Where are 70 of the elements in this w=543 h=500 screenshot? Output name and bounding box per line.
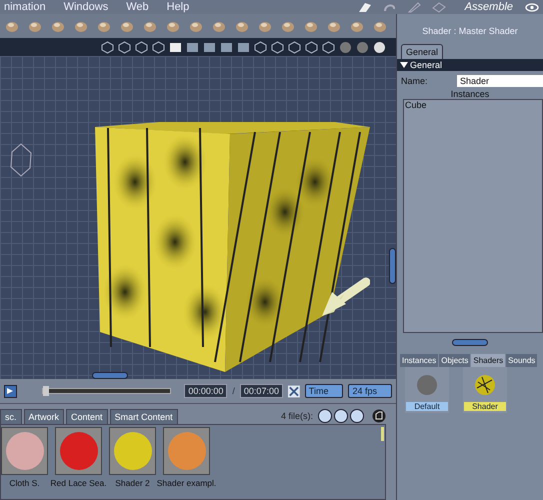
play-icon <box>6 387 14 395</box>
view-icon[interactable] <box>135 40 148 54</box>
time-mode-dropdown[interactable]: Time <box>304 384 344 398</box>
view-icon[interactable] <box>186 40 199 54</box>
view-icon[interactable] <box>237 40 250 54</box>
view-icon[interactable] <box>203 40 216 54</box>
shader-ball-icon <box>474 374 496 396</box>
browser-tab[interactable]: sc. <box>0 408 22 424</box>
shader-item[interactable]: Shader <box>463 367 507 413</box>
end-time-field[interactable]: 00:07:00 <box>240 384 283 398</box>
panel-title: Shader : Master Shader <box>421 25 519 38</box>
instances-label: Instances <box>450 89 490 99</box>
view-icon[interactable] <box>373 40 386 54</box>
page-icon[interactable] <box>372 409 386 423</box>
hexagon-outline-icon <box>10 143 32 177</box>
view-icon[interactable] <box>169 40 182 54</box>
view-icon[interactable] <box>271 40 284 54</box>
menu-item[interactable]: Web <box>126 1 149 13</box>
view-mode-button[interactable] <box>318 409 332 423</box>
view-mode-button[interactable] <box>334 409 348 423</box>
view-icon[interactable] <box>288 40 301 54</box>
room-label: Assemble <box>464 1 513 13</box>
thumbnail-label: Shader exampl. <box>156 478 216 488</box>
sequencer-tab[interactable]: Sounds <box>506 354 538 367</box>
close-icon[interactable] <box>288 384 300 398</box>
browser-tab[interactable]: Smart Content <box>110 408 178 424</box>
view-icon[interactable] <box>101 40 114 54</box>
section-label: General <box>410 60 442 70</box>
shader-ball-icon <box>416 374 438 396</box>
panel-handle[interactable] <box>92 372 128 379</box>
panel-handle[interactable] <box>389 248 396 284</box>
playback-button[interactable] <box>4 384 17 398</box>
instance-item[interactable]: Cube <box>404 100 542 110</box>
sequencer-tab[interactable]: Shaders <box>471 354 506 367</box>
triangle-icon <box>400 62 408 68</box>
view-icon[interactable] <box>322 40 335 54</box>
view-icon[interactable] <box>118 40 131 54</box>
pen-icon[interactable] <box>406 2 421 12</box>
time-separator: / <box>232 386 235 396</box>
thumbnail-label: Red Lace Sea. <box>50 478 107 488</box>
menu-item[interactable]: nimation <box>4 1 46 13</box>
view-icon[interactable] <box>305 40 318 54</box>
menu-item[interactable]: Help <box>166 1 190 13</box>
start-time-field[interactable]: 00:00:00 <box>184 384 228 398</box>
file-count: 4 file(s): <box>280 411 313 421</box>
slider-thumb[interactable] <box>42 386 49 396</box>
sequencer-tab[interactable]: Instances <box>400 354 438 367</box>
view-icon[interactable] <box>220 40 233 54</box>
view-icon[interactable] <box>254 40 267 54</box>
shader-item-label: Default <box>406 402 448 411</box>
time-slider[interactable] <box>42 388 172 394</box>
eye-icon[interactable] <box>525 2 539 12</box>
sequencer-tab[interactable]: Objects <box>439 354 470 367</box>
shader-item-label: Shader <box>464 402 506 411</box>
thumbnail-label: Cloth S. <box>9 478 40 488</box>
browser-tab[interactable]: Artwork <box>24 408 64 424</box>
section-header[interactable]: General <box>397 59 543 71</box>
3d-viewport[interactable] <box>0 56 396 379</box>
thumbnail-label: Shader 2 <box>115 478 150 488</box>
menu-item[interactable]: Windows <box>64 1 108 13</box>
view-icon[interactable] <box>152 40 165 54</box>
name-field[interactable]: Shader <box>457 75 543 87</box>
panel-handle[interactable] <box>452 339 488 346</box>
fps-dropdown[interactable]: 24 fps <box>348 384 392 398</box>
general-tab[interactable]: General <box>401 44 444 59</box>
scrollbar[interactable] <box>381 427 384 441</box>
browser-tab[interactable]: Content <box>66 408 108 424</box>
shader-item[interactable]: Default <box>405 367 449 413</box>
field-label: Name: <box>401 76 428 86</box>
view-mode-button[interactable] <box>350 409 364 423</box>
